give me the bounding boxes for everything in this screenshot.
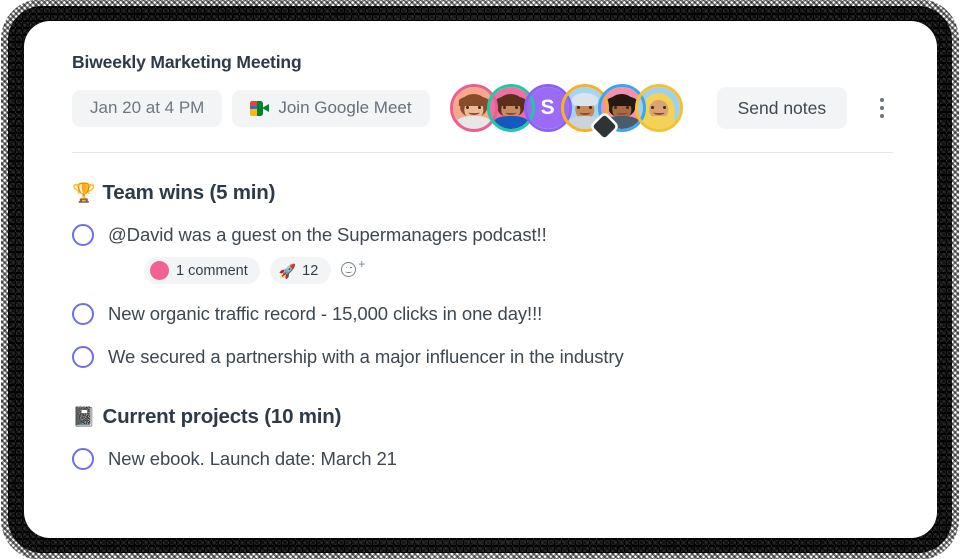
section-title: Current projects (10 min): [102, 405, 342, 428]
item-text[interactable]: New organic traffic record - 15,000 clic…: [108, 301, 542, 327]
item-text[interactable]: New ebook. Launch date: March 21: [108, 446, 397, 472]
meeting-date-label: Jan 20 at 4 PM: [90, 98, 205, 117]
rocket-emoji: 🚀: [278, 262, 297, 279]
notebook-emoji: 📓: [72, 406, 96, 428]
meeting-title: Biweekly Marketing Meeting: [72, 52, 302, 72]
add-reaction-icon[interactable]: +: [341, 258, 365, 283]
send-notes-button[interactable]: Send notes: [716, 87, 848, 129]
item-text[interactable]: We secured a partnership with a major in…: [108, 344, 624, 370]
avatar[interactable]: [634, 84, 683, 132]
agenda-item: New organic traffic record - 15,000 clic…: [72, 301, 893, 327]
card-inner: Biweekly Marketing Meeting Jan 20 at 4 P…: [24, 21, 937, 472]
item-checkbox[interactable]: [72, 224, 94, 246]
item-checkbox[interactable]: [72, 346, 94, 368]
meeting-notes-card: Biweekly Marketing Meeting Jan 20 at 4 P…: [24, 21, 937, 538]
participant-avatar-group[interactable]: S: [449, 84, 683, 139]
item-text[interactable]: @David was a guest on the Supermanagers …: [108, 222, 547, 248]
agenda-item: New ebook. Launch date: March 21: [72, 446, 893, 472]
agenda-item: @David was a guest on the Supermanagers …: [72, 222, 893, 284]
reaction-count: 12: [302, 262, 319, 279]
section-heading: 📓 Current projects (10 min): [72, 405, 893, 429]
agenda-sections: 🏆 Team wins (5 min) @David was a guest on …: [72, 181, 893, 472]
screenshot-root: Biweekly Marketing Meeting Jan 20 at 4 P…: [0, 0, 960, 559]
meeting-date-pill[interactable]: Jan 20 at 4 PM: [72, 89, 223, 127]
section-heading: 🏆 Team wins (5 min): [72, 181, 893, 205]
item-content: New ebook. Launch date: March 21: [108, 446, 397, 472]
trophy-emoji: 🏆: [72, 182, 96, 204]
section-title: Team wins (5 min): [102, 181, 276, 204]
avatar-ring: [634, 84, 683, 132]
header-row: Jan 20 at 4 PM Join Google Meet S Send n…: [72, 84, 893, 139]
item-checkbox[interactable]: [72, 303, 94, 325]
agenda-item: We secured a partnership with a major in…: [72, 344, 893, 370]
item-content: We secured a partnership with a major in…: [108, 344, 624, 370]
join-google-meet-label: Join Google Meet: [278, 98, 412, 117]
reaction-chip[interactable]: 🚀 12: [269, 257, 332, 284]
more-options-icon[interactable]: [871, 91, 893, 125]
comment-chip-label: 1 comment: [176, 262, 248, 279]
header-divider: [72, 152, 893, 153]
item-checkbox[interactable]: [72, 448, 94, 470]
google-meet-icon: [250, 100, 270, 116]
item-content: New organic traffic record - 15,000 clic…: [108, 301, 542, 327]
join-google-meet-button[interactable]: Join Google Meet: [232, 89, 430, 127]
comment-chip[interactable]: 1 comment: [144, 257, 260, 284]
commenter-avatar: [150, 261, 169, 280]
item-content: @David was a guest on the Supermanagers …: [108, 222, 547, 284]
reaction-bar: 1 comment 🚀 12 +: [144, 257, 547, 284]
